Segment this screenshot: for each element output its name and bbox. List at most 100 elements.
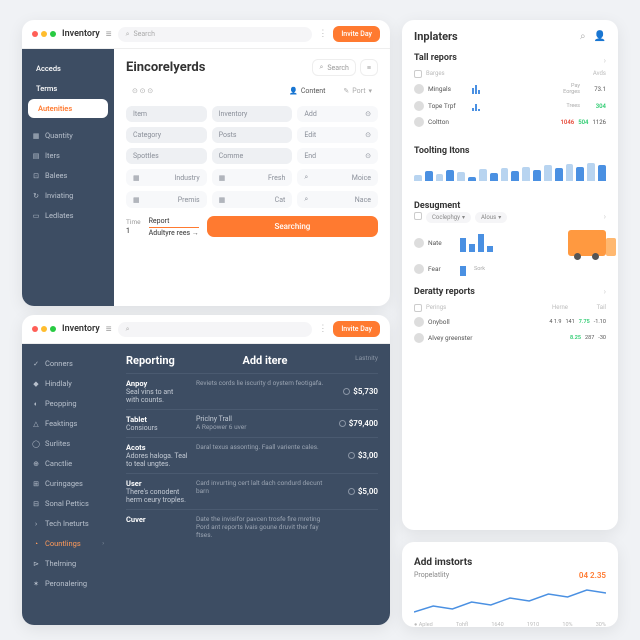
report-row[interactable]: AnpoySeal vins to ant with counts.Reviet… bbox=[126, 373, 378, 409]
min-dot[interactable] bbox=[41, 31, 47, 37]
sidebar-item-canctlie[interactable]: ⊕Canctlie bbox=[22, 454, 114, 473]
main-header: Eincorelyerds ⌕ Search ≡ bbox=[126, 59, 378, 76]
sidebar-item-inviating[interactable]: ↻Inviating bbox=[22, 186, 114, 205]
search-icon: ⌕ bbox=[126, 30, 130, 39]
cell-industry[interactable]: ▦ Industry bbox=[126, 169, 207, 186]
inplaters-title: Inplaters bbox=[414, 30, 458, 43]
search-input[interactable]: ⌕ bbox=[118, 322, 313, 337]
table-row[interactable]: Onyboll 4 1.9 141 7.75 -1.10 bbox=[414, 314, 606, 330]
sidebar-item-countlings[interactable]: ◔Countlings› bbox=[22, 534, 114, 553]
table-row[interactable]: Nate bbox=[414, 227, 606, 259]
table-row[interactable]: Coltton 1046 504 1126 bbox=[414, 114, 606, 130]
more-icon[interactable]: ⋮ bbox=[318, 324, 327, 334]
sidebar-item-feaktings[interactable]: △Feaktings bbox=[22, 414, 114, 433]
sidebar-item-ledlates[interactable]: ▭Ledlates bbox=[22, 206, 114, 225]
report-row[interactable]: TabletConsioursPriclny TrallA Repower 6 … bbox=[126, 409, 378, 437]
chevron-icon[interactable]: › bbox=[604, 212, 606, 223]
table-row[interactable]: Fear Sork bbox=[414, 259, 606, 279]
cell-item[interactable]: Item bbox=[126, 106, 207, 122]
max-dot[interactable] bbox=[50, 31, 56, 37]
section-desugment: Desugment Coclephgy ▾ Alous ▾ › Nate Fea… bbox=[402, 189, 618, 283]
min-dot[interactable] bbox=[41, 326, 47, 332]
checkbox[interactable] bbox=[414, 70, 422, 78]
sidebar-item-curingages[interactable]: ⊞Curingages bbox=[22, 474, 114, 493]
cell: 7.75 bbox=[579, 319, 590, 325]
header-cta[interactable]: Invite Day bbox=[333, 26, 380, 42]
tab-port[interactable]: ✎ Port ▾ bbox=[337, 84, 378, 98]
checkbox[interactable] bbox=[414, 212, 422, 220]
cell-category[interactable]: Category bbox=[126, 127, 207, 143]
close-dot[interactable] bbox=[32, 326, 38, 332]
icon: ⊕ bbox=[32, 460, 40, 468]
more-icon[interactable]: ⋮ bbox=[318, 29, 327, 39]
table-row[interactable]: Tope Trpf Trees 304 bbox=[414, 98, 606, 114]
cell: 8.25 bbox=[570, 335, 581, 341]
table-row[interactable]: Mingals PayEorges 73.1 bbox=[414, 80, 606, 98]
chevron-icon[interactable]: › bbox=[604, 287, 606, 302]
report-link[interactable]: Report bbox=[149, 217, 199, 228]
col-barges: Barges bbox=[426, 70, 593, 78]
sidebar-item-acceds[interactable]: Acceds bbox=[22, 59, 114, 78]
sidebar-item-tech ineturts[interactable]: ›Tech Ineturts bbox=[22, 514, 114, 533]
cell-nace[interactable]: ⌕ Nace bbox=[297, 191, 378, 208]
sidebar-item-terms[interactable]: Terms bbox=[22, 79, 114, 98]
sidebar-item-surlites[interactable]: ◯Surlites bbox=[22, 434, 114, 453]
sidebar-item-iters[interactable]: ▤Iters bbox=[22, 146, 114, 165]
sidebar-item-conners[interactable]: ✓Conners bbox=[22, 354, 114, 373]
pill-coclephgy[interactable]: Coclephgy ▾ bbox=[426, 212, 471, 223]
sidebar-item-balees[interactable]: ⊡Balees bbox=[22, 166, 114, 185]
sidebar-item-hindlaly[interactable]: ◆Hindlaly bbox=[22, 374, 114, 393]
cell-comme[interactable]: Comme bbox=[212, 148, 293, 164]
max-dot[interactable] bbox=[50, 326, 56, 332]
cell-edit[interactable]: Edit⊙ bbox=[297, 127, 378, 143]
col: Herne bbox=[552, 304, 582, 312]
table-row[interactable]: Alvey greenster 8.25 287 -30 bbox=[414, 330, 606, 346]
bar-mini bbox=[460, 234, 493, 252]
menu-icon[interactable]: ≡ bbox=[106, 29, 112, 40]
header-cta[interactable]: Invite Day bbox=[333, 321, 380, 337]
cell: -1.10 bbox=[594, 319, 606, 325]
user-icon[interactable]: 👤 bbox=[594, 31, 606, 42]
search-icon[interactable]: ⌕ bbox=[580, 31, 586, 42]
close-dot[interactable] bbox=[32, 31, 38, 37]
sidebar-item-sonal pettics[interactable]: ⊟Sonal Pettics bbox=[22, 494, 114, 513]
col: Perings bbox=[426, 304, 552, 312]
cell-label: Spottles bbox=[133, 152, 159, 160]
checkbox[interactable] bbox=[414, 304, 422, 312]
sidebar-item-peronalering[interactable]: ✶Peronalering bbox=[22, 574, 114, 593]
cell-label: Edit bbox=[304, 131, 316, 139]
grid-icon: ▦ bbox=[32, 132, 40, 140]
sidebar-item-peopping[interactable]: ◐Peopping bbox=[22, 394, 114, 413]
cell-label: Nace bbox=[355, 196, 371, 204]
row-val: 304 bbox=[584, 103, 606, 110]
sidebar-item-thelrning[interactable]: ⊳Thelrning bbox=[22, 554, 114, 573]
cell-premis[interactable]: ▦ Premis bbox=[126, 191, 207, 208]
report-row[interactable]: AcotsAdores haloga. Teal to teal ungtes.… bbox=[126, 437, 378, 473]
col: Tail bbox=[582, 304, 606, 312]
cell-spottles[interactable]: Spottles bbox=[126, 148, 207, 164]
search-button[interactable]: ⌕ Search bbox=[312, 59, 355, 76]
sidebar-item-quantity[interactable]: ▦Quantity bbox=[22, 126, 114, 145]
brand: Inventory bbox=[62, 29, 100, 39]
sidebar-item-active[interactable]: Autenities bbox=[28, 99, 108, 118]
report-row[interactable]: UserThere's conodent herm ceury troples.… bbox=[126, 473, 378, 509]
filter-button[interactable]: ≡ bbox=[360, 59, 378, 76]
panel2-body: ✓Conners◆Hindlaly◐Peopping△Feaktings◯Sur… bbox=[22, 344, 390, 625]
tab-dots[interactable]: ⊙ ⊙ ⊙ bbox=[126, 84, 159, 98]
cell-moice[interactable]: ⌕ Moice bbox=[297, 169, 378, 186]
chevron-right-icon[interactable]: › bbox=[604, 56, 606, 65]
pill-alous[interactable]: Alous ▾ bbox=[475, 212, 507, 223]
tab-content[interactable]: 👤 Content bbox=[283, 84, 331, 98]
cell-posts[interactable]: Posts bbox=[212, 127, 293, 143]
cell-end[interactable]: End⊙ bbox=[297, 148, 378, 164]
cell-fresh[interactable]: ▦ Fresh bbox=[212, 169, 293, 186]
cell-cat[interactable]: ▦ Cat bbox=[212, 191, 293, 208]
sparkline bbox=[472, 84, 480, 94]
search-input[interactable]: ⌕ Search bbox=[118, 27, 313, 42]
searching-button[interactable]: Searching bbox=[207, 216, 378, 237]
report-row[interactable]: CuverDate the invisifor pavcen trosfe fi… bbox=[126, 509, 378, 544]
cell-inventory[interactable]: Inventory bbox=[212, 106, 293, 122]
cell-add[interactable]: Add⊙ bbox=[297, 106, 378, 122]
panel-inventory-light: Inventory ≡ ⌕ Search ⋮ Invite Day Acceds… bbox=[22, 20, 390, 306]
menu-icon[interactable]: ≡ bbox=[106, 324, 112, 335]
